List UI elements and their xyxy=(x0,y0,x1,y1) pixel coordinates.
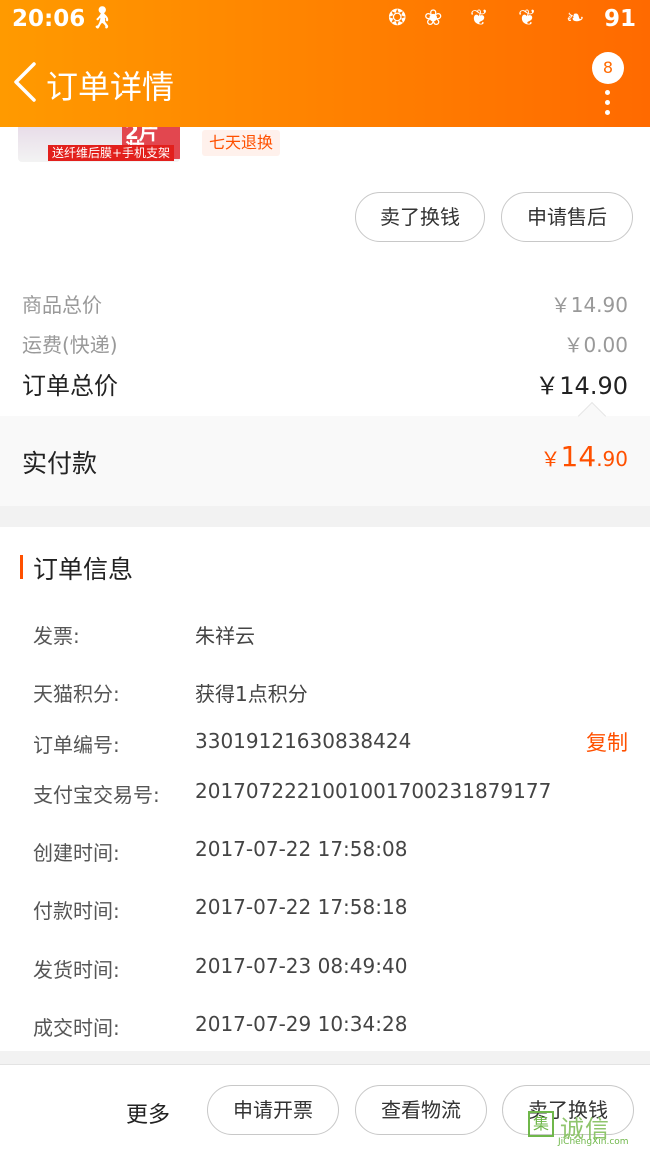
status-time: 20:06 xyxy=(12,6,86,32)
cat-icon: ❧ xyxy=(566,6,585,31)
status-bar: 20:06 🚶︎ ❂ ❀ ❦ ❦ ❧ 91 xyxy=(0,0,650,40)
alipay-trade-value: 2017072221001001700231879177 xyxy=(195,779,552,803)
order-number-value: 330191216308384​24 xyxy=(195,729,412,753)
battery-level: 91 xyxy=(603,6,636,32)
bottom-action-bar: 更多 申请开票 查看物流 卖了换钱 集 诚信 JiChengXin.com xyxy=(0,1064,650,1155)
chevron-left-icon xyxy=(14,62,36,102)
invoice-label: 发票: xyxy=(33,624,80,648)
return-policy-tag: 七天退换 xyxy=(202,130,281,156)
order-info-title: 订单信息 xyxy=(33,555,134,584)
shipping-label: 运费(快递) xyxy=(22,333,118,357)
section-accent-bar xyxy=(20,555,23,579)
completed-time-label: 成交时间: xyxy=(33,1016,120,1040)
order-number-label: 订单编号: xyxy=(33,733,120,757)
shipped-time-label: 发货时间: xyxy=(33,958,120,982)
app-header: 20:06 🚶︎ ❂ ❀ ❦ ❦ ❧ 91 订单详情 8 xyxy=(0,0,650,127)
more-vertical-icon xyxy=(605,90,611,120)
shipping-value: ￥0.00 xyxy=(563,333,628,357)
walking-person-icon: 🚶︎ xyxy=(88,6,116,31)
back-button[interactable] xyxy=(10,60,44,104)
page-title: 订单详情 xyxy=(46,68,175,106)
nav-bar: 订单详情 8 xyxy=(0,40,650,127)
order-total-label: 订单总价 xyxy=(22,372,118,400)
sell-for-cash-button[interactable]: 卖了换钱 xyxy=(355,192,485,242)
request-invoice-button[interactable]: 申请开票 xyxy=(207,1085,339,1135)
created-time-value: 2017-07-22 17:58:08 xyxy=(195,837,408,861)
watermark-logo: 集 诚信 JiChengXin.com xyxy=(528,1107,646,1151)
actual-payment-row: 实付款 ￥14.90 xyxy=(0,416,650,506)
points-label: 天猫积分: xyxy=(33,682,120,706)
paid-time-value: 2017-07-22 17:58:18 xyxy=(195,895,408,919)
amount-integer: 14 xyxy=(560,440,597,473)
shipped-time-value: 2017-07-23 08:49:40 xyxy=(195,954,408,978)
order-total-value: ￥14.90 xyxy=(535,372,628,400)
lollipop-icon: ❀ xyxy=(424,6,443,31)
goods-total-label: 商品总价 xyxy=(22,293,102,317)
goods-total-value: ￥14.90 xyxy=(550,293,628,317)
notification-badge: 8 xyxy=(592,52,624,84)
fish-icon: ❂ xyxy=(388,6,407,31)
created-time-label: 创建时间: xyxy=(33,841,120,865)
copy-order-number-button[interactable]: 复制 xyxy=(586,727,628,757)
after-sale-button[interactable]: 申请售后 xyxy=(501,192,633,242)
more-actions-button[interactable]: 更多 xyxy=(126,1097,170,1129)
actual-payment-label: 实付款 xyxy=(22,449,98,478)
actual-payment-value: ￥14.90 xyxy=(541,440,628,473)
paw-icon: ❦ xyxy=(470,6,489,31)
more-menu-button[interactable]: 8 xyxy=(592,52,628,115)
invoice-value: 朱祥云 xyxy=(195,624,255,648)
paw-icon: ❦ xyxy=(518,6,537,31)
amount-decimal: .90 xyxy=(596,447,628,471)
currency-symbol: ￥ xyxy=(540,447,561,471)
alipay-trade-label: 支付宝交易号: xyxy=(33,783,160,807)
product-thumbnail[interactable]: 2片装 送纤维后膜+手机支架 xyxy=(18,127,180,162)
paid-time-label: 付款时间: xyxy=(33,899,120,923)
product-image-caption: 送纤维后膜+手机支架 xyxy=(48,145,175,161)
view-logistics-button[interactable]: 查看物流 xyxy=(355,1085,487,1135)
points-value: 获得1点积分 xyxy=(195,682,308,706)
completed-time-value: 2017-07-29 10:34:28 xyxy=(195,1012,408,1036)
